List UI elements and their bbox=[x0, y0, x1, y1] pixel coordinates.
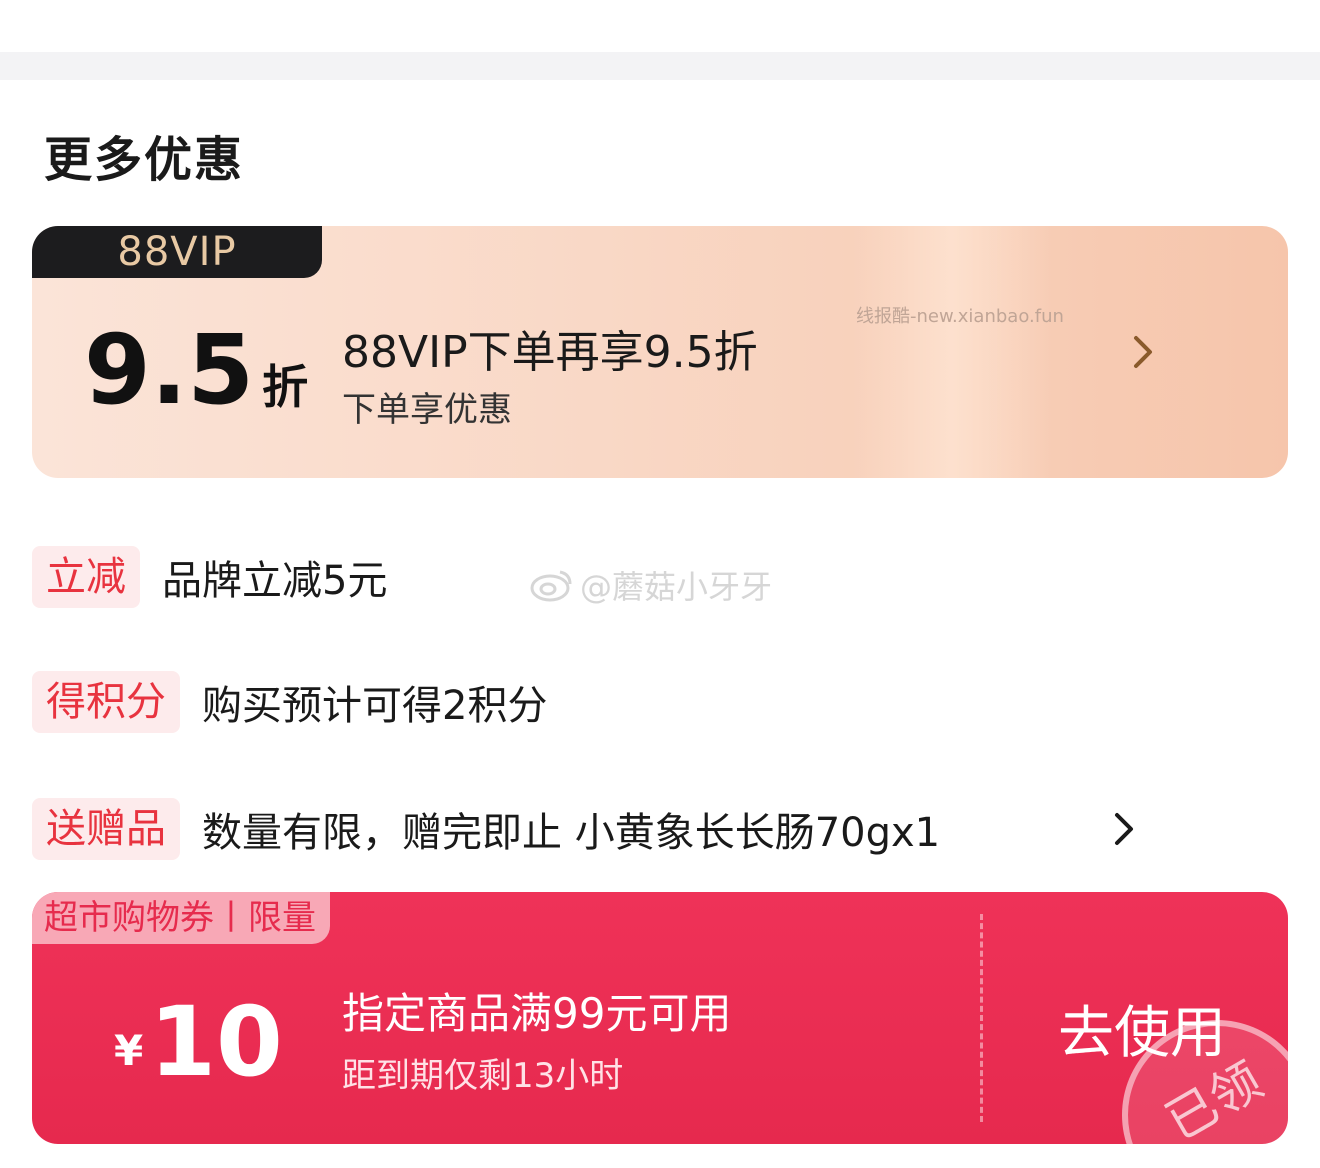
benefit-text: 品牌立减5元 bbox=[162, 558, 388, 604]
coupon-divider bbox=[980, 914, 983, 1122]
vip-discount: 9.5 折 bbox=[84, 322, 308, 418]
weibo-watermark-text: @蘑菇小牙牙 bbox=[580, 568, 773, 606]
vip-discount-card[interactable]: 88VIP 9.5 折 88VIP下单再享9.5折 下单享优惠 线报酷-new.x… bbox=[32, 226, 1288, 478]
weibo-logo-icon bbox=[530, 570, 572, 602]
coupon-tag: 超市购物券丨限量 bbox=[32, 892, 330, 944]
section-title: 更多优惠 bbox=[44, 132, 245, 188]
vip-title: 88VIP下单再享9.5折 bbox=[342, 327, 758, 378]
benefit-row-gift[interactable]: 送赠品 数量有限，赠完即止 小黄象长长肠70gx1 bbox=[32, 797, 1133, 861]
benefit-row-points: 得积分 购买预计可得2积分 bbox=[32, 670, 547, 734]
supermarket-coupon-card[interactable]: 超市购物券丨限量 ¥10 指定商品满99元可用 距到期仅剩13小时 去使用 已领 bbox=[32, 892, 1288, 1144]
discount-unit: 折 bbox=[262, 360, 309, 414]
discount-value: 9.5 bbox=[84, 314, 255, 426]
coupon-expiry: 距到期仅剩13小时 bbox=[342, 1056, 624, 1096]
coupon-value: 10 bbox=[149, 986, 283, 1098]
benefit-row-discount: 立减 品牌立减5元 bbox=[32, 545, 387, 609]
benefit-tag: 得积分 bbox=[32, 671, 180, 733]
coupon-condition: 指定商品满99元可用 bbox=[342, 989, 732, 1038]
currency-symbol: ¥ bbox=[114, 1026, 144, 1075]
benefit-tag: 送赠品 bbox=[32, 798, 180, 860]
chevron-right-icon[interactable] bbox=[1112, 811, 1136, 847]
benefit-tag: 立减 bbox=[32, 546, 140, 608]
watermark-text: 线报酷-new.xianbao.fun bbox=[856, 306, 1064, 327]
coupon-amount: ¥10 bbox=[114, 986, 283, 1098]
card-decoration bbox=[852, 226, 1052, 478]
benefit-text: 购买预计可得2积分 bbox=[202, 683, 548, 729]
vip-subtitle: 下单享优惠 bbox=[342, 390, 512, 430]
chevron-right-icon[interactable] bbox=[1128, 332, 1158, 372]
benefit-text: 数量有限，赠完即止 小黄象长长肠70gx1 bbox=[202, 810, 941, 856]
top-separator bbox=[0, 52, 1320, 80]
weibo-watermark: @蘑菇小牙牙 bbox=[530, 562, 772, 608]
vip-badge: 88VIP bbox=[32, 226, 322, 278]
